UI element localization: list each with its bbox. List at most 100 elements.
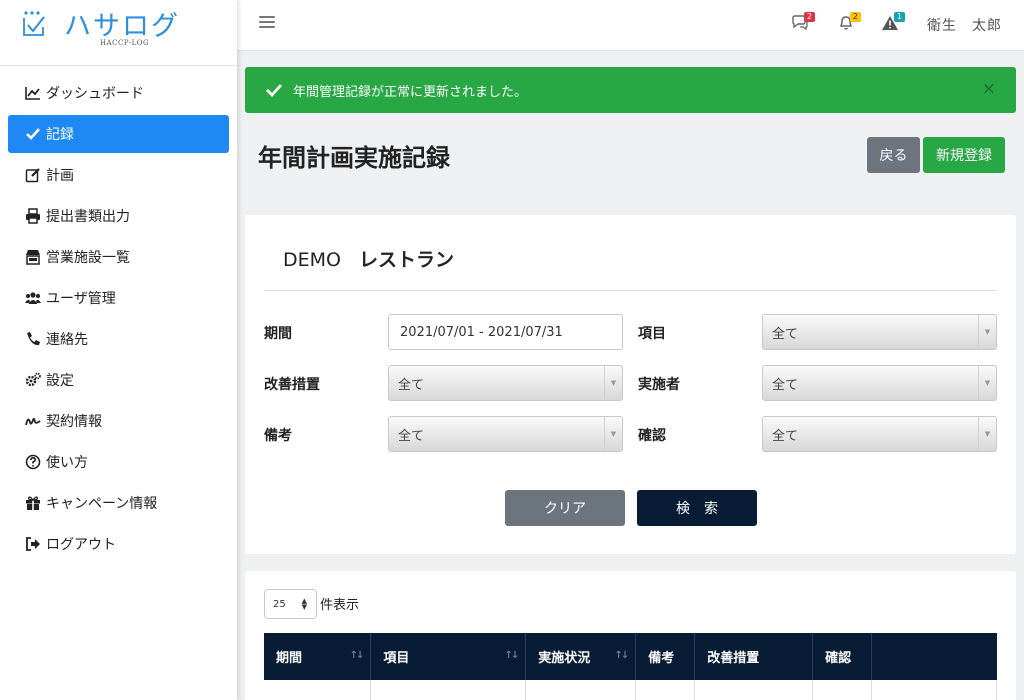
new-record-button[interactable]: 新規登録 xyxy=(923,137,1005,173)
sort-arrows-icon: ▲ ▼ xyxy=(301,597,307,611)
improvement-select[interactable]: 全て ▼ xyxy=(388,365,623,401)
column-header-confirm: 確認 xyxy=(812,633,873,680)
sidebar-nav: ダッシュボード 記録 計画 提出書類出力 営業施設一覧 ユーザ管理 連絡先 設定… xyxy=(0,74,237,563)
messages-badge: 2 xyxy=(803,12,815,22)
sort-icon: ↑↓ xyxy=(349,650,365,661)
column-label: 項目 xyxy=(383,651,410,666)
per-page-select[interactable]: 25 ▲ ▼ xyxy=(264,589,317,619)
column-label: 期間 xyxy=(276,651,303,666)
column-label: 備考 xyxy=(648,651,675,666)
logout-icon xyxy=(24,535,42,553)
column-label: 確認 xyxy=(825,651,852,666)
column-label: 実施状況 xyxy=(538,651,591,666)
sidebar-item-label: 契約情報 xyxy=(46,414,102,430)
column-header-item[interactable]: 項目 ↑↓ xyxy=(370,633,527,680)
table-cell xyxy=(370,680,527,700)
column-header-actions xyxy=(871,633,997,680)
edit-icon xyxy=(24,166,42,184)
table-cell xyxy=(694,680,814,700)
search-button[interactable]: 検索 xyxy=(637,490,757,526)
alert-close-button[interactable]: × xyxy=(982,81,996,98)
table-cell xyxy=(635,680,696,700)
search-card: DEMO レストラン 期間 2021/07/01 - 2021/07/31 項目 … xyxy=(245,215,1016,554)
executor-label: 実施者 xyxy=(638,377,680,393)
column-header-period[interactable]: 期間 ↑↓ xyxy=(264,633,372,680)
sidebar-item-users[interactable]: ユーザ管理 xyxy=(8,279,229,317)
check-icon xyxy=(24,125,42,143)
sidebar-item-contract[interactable]: 契約情報 xyxy=(8,402,229,440)
sidebar-item-campaign[interactable]: キャンペーン情報 xyxy=(8,484,229,522)
brand-logo[interactable]: ハサログ HACCP-LOG xyxy=(0,0,237,66)
column-header-remarks: 備考 xyxy=(635,633,696,680)
menu-toggle-icon[interactable] xyxy=(259,16,275,32)
sidebar-item-help[interactable]: 使い方 xyxy=(8,443,229,481)
store-icon xyxy=(24,248,42,266)
improvement-label: 改善措置 xyxy=(264,377,320,393)
period-label: 期間 xyxy=(264,326,292,342)
executor-select[interactable]: 全て ▼ xyxy=(762,365,997,401)
sidebar-item-logout[interactable]: ログアウト xyxy=(8,525,229,563)
sort-icon: ↑↓ xyxy=(614,650,629,661)
brand-subtitle: HACCP-LOG xyxy=(100,39,150,47)
chevron-down-icon: ▼ xyxy=(604,417,622,451)
table-cell xyxy=(525,680,637,700)
warning-icon[interactable]: 1 xyxy=(881,12,905,34)
signature-icon xyxy=(24,412,42,430)
sidebar-item-settings[interactable]: 設定 xyxy=(8,361,229,399)
remarks-select-value: 全て xyxy=(398,428,425,444)
sidebar-item-records[interactable]: 記録 xyxy=(8,115,229,153)
clear-button[interactable]: クリア xyxy=(505,490,625,526)
printer-icon xyxy=(24,207,42,225)
column-header-improvement: 改善措置 xyxy=(694,633,814,680)
gift-icon xyxy=(24,494,42,512)
sidebar-item-label: 設定 xyxy=(46,373,74,389)
sidebar-item-contacts[interactable]: 連絡先 xyxy=(8,320,229,358)
remarks-select[interactable]: 全て ▼ xyxy=(388,416,623,452)
sidebar-item-label: 記録 xyxy=(46,127,74,143)
table-row[interactable] xyxy=(264,680,997,700)
topbar: 2 2 1 衛生 太郎 xyxy=(237,0,1024,51)
sort-icon: ↑↓ xyxy=(504,650,520,661)
question-circle-icon xyxy=(24,453,42,471)
item-select-value: 全て xyxy=(772,326,799,342)
column-label: 改善措置 xyxy=(707,651,760,666)
sidebar-item-label: 連絡先 xyxy=(46,332,88,348)
item-select[interactable]: 全て ▼ xyxy=(762,314,997,350)
confirm-label: 確認 xyxy=(638,428,666,444)
chevron-down-icon: ▼ xyxy=(978,315,996,349)
confirm-select-value: 全て xyxy=(772,428,799,444)
remarks-label: 備考 xyxy=(264,428,292,444)
logo-check-icon xyxy=(23,11,45,36)
user-menu[interactable]: 衛生 太郎 xyxy=(927,15,1002,35)
sidebar-item-facilities[interactable]: 営業施設一覧 xyxy=(8,238,229,276)
divider xyxy=(264,290,997,291)
check-icon xyxy=(266,84,283,98)
sidebar-item-label: 計画 xyxy=(46,168,74,184)
confirm-select[interactable]: 全て ▼ xyxy=(762,416,997,452)
users-icon xyxy=(24,289,42,307)
sidebar-item-documents[interactable]: 提出書類出力 xyxy=(8,197,229,235)
sidebar-item-label: キャンペーン情報 xyxy=(46,496,158,512)
period-value: 2021/07/01 - 2021/07/31 xyxy=(400,324,563,340)
table-cell xyxy=(264,680,372,700)
sidebar-item-label: ユーザ管理 xyxy=(46,291,116,307)
improvement-select-value: 全て xyxy=(398,377,425,393)
notifications-bell-icon[interactable]: 2 xyxy=(837,12,861,34)
sidebar-item-plan[interactable]: 計画 xyxy=(8,156,229,194)
period-date-range-input[interactable]: 2021/07/01 - 2021/07/31 xyxy=(388,314,623,350)
sidebar-item-label: 使い方 xyxy=(46,455,88,471)
sidebar-item-label: 営業施設一覧 xyxy=(46,250,130,266)
per-page-value: 25 xyxy=(273,598,286,610)
records-table: 期間 ↑↓ 項目 ↑↓ 実施状況 ↑↓ 備考 改善措置 確認 xyxy=(264,633,997,700)
page-title: 年間計画実施記録 xyxy=(258,144,450,172)
notifications-badge: 2 xyxy=(849,12,861,22)
sidebar-item-label: ダッシュボード xyxy=(46,86,144,102)
sidebar-item-dashboard[interactable]: ダッシュボード xyxy=(8,74,229,112)
column-header-status[interactable]: 実施状況 ↑↓ xyxy=(525,633,637,680)
sidebar-item-label: 提出書類出力 xyxy=(46,209,130,225)
back-button[interactable]: 戻る xyxy=(867,137,920,173)
messages-icon[interactable]: 2 xyxy=(791,12,815,34)
alert-message: 年間管理記録が正常に更新されました。 xyxy=(293,84,528,100)
brand-name: ハサログ xyxy=(64,11,180,42)
shop-main-name: レストラン xyxy=(358,249,454,271)
